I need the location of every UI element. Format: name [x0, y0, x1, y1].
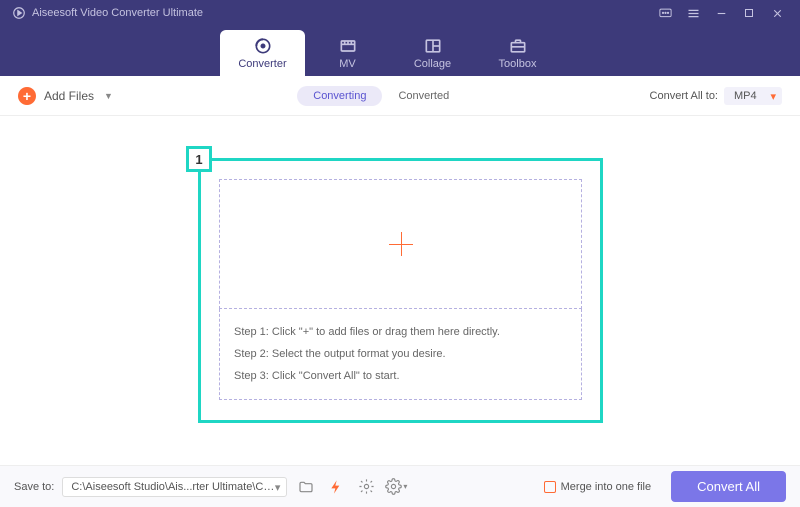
settings-icon[interactable]: ▾ [385, 476, 407, 498]
add-cross-icon [381, 224, 421, 264]
app-title: Aiseesoft Video Converter Ultimate [32, 7, 203, 19]
tab-label: Collage [414, 58, 451, 70]
merge-checkbox[interactable]: Merge into one file [544, 481, 652, 493]
sub-toolbar: + Add Files ▼ Converting Converted Conve… [0, 76, 800, 116]
main-content: 1 Step 1: Click "+" to add files or drag… [0, 116, 800, 465]
chevron-down-icon: ▼ [104, 91, 113, 101]
merge-label: Merge into one file [561, 481, 652, 493]
main-nav: Converter MV Collage Toolbox [0, 26, 800, 76]
titlebar: Aiseesoft Video Converter Ultimate [0, 0, 800, 26]
tab-converter[interactable]: Converter [220, 30, 305, 76]
maximize-icon[interactable] [738, 2, 760, 24]
tab-label: Toolbox [499, 58, 537, 70]
callout-badge: 1 [186, 146, 212, 172]
checkbox-icon [544, 481, 556, 493]
status-converted[interactable]: Converted [382, 86, 465, 106]
instructions: Step 1: Click "+" to add files or drag t… [219, 309, 582, 400]
convert-all-button[interactable]: Convert All [671, 471, 786, 502]
tab-toolbox[interactable]: Toolbox [475, 30, 560, 76]
tab-label: Converter [238, 58, 286, 70]
save-to-label: Save to: [14, 481, 54, 493]
add-files-button[interactable]: + Add Files ▼ [18, 87, 113, 105]
tab-label: MV [339, 58, 356, 70]
status-converting[interactable]: Converting [297, 86, 382, 106]
format-select[interactable]: MP4 [724, 87, 782, 105]
footer-bar: Save to: C:\Aiseesoft Studio\Ais...rter … [0, 465, 800, 507]
save-path-select[interactable]: C:\Aiseesoft Studio\Ais...rter Ultimate\… [62, 477, 287, 497]
step-3: Step 3: Click "Convert All" to start. [234, 365, 567, 387]
tab-mv[interactable]: MV [305, 30, 390, 76]
close-icon[interactable] [766, 2, 788, 24]
add-files-label: Add Files [44, 89, 94, 103]
step-2: Step 2: Select the output format you des… [234, 343, 567, 365]
tab-collage[interactable]: Collage [390, 30, 475, 76]
gpu-accel-off-icon[interactable] [355, 476, 377, 498]
tutorial-highlight: 1 Step 1: Click "+" to add files or drag… [198, 158, 603, 423]
open-folder-icon[interactable] [295, 476, 317, 498]
file-dropzone[interactable] [219, 179, 582, 309]
app-logo-icon [12, 6, 26, 20]
step-1: Step 1: Click "+" to add files or drag t… [234, 321, 567, 343]
convert-all-to-label: Convert All to: [650, 90, 718, 102]
gpu-accel-on-icon[interactable] [325, 476, 347, 498]
minimize-icon[interactable] [710, 2, 732, 24]
menu-icon[interactable] [682, 2, 704, 24]
feedback-icon[interactable] [654, 2, 676, 24]
plus-icon: + [18, 87, 36, 105]
